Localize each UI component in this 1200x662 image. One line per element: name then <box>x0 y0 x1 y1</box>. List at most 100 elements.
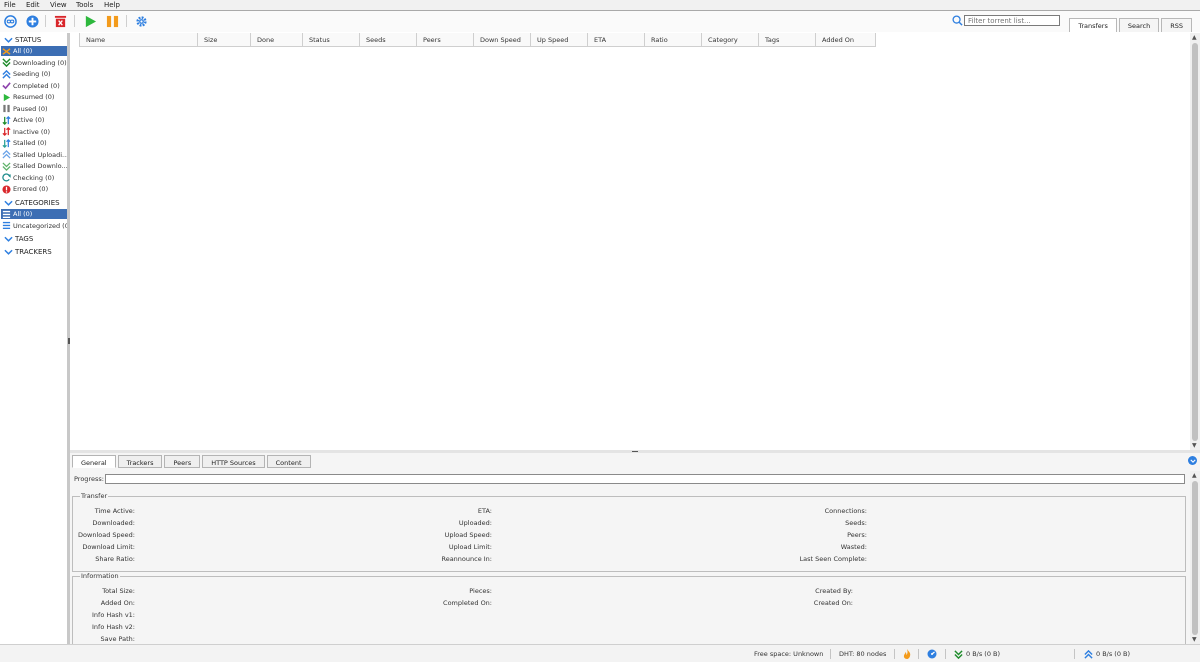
status-stalled[interactable]: Stalled (0) <box>1 138 67 148</box>
chevron-down-icon <box>4 249 13 255</box>
column-added-on[interactable]: Added On <box>816 33 876 47</box>
status-errored[interactable]: Errored (0) <box>1 184 67 194</box>
add-file-icon <box>25 14 39 28</box>
column-peers[interactable]: Peers <box>417 33 474 47</box>
status-active[interactable]: Active (0) <box>1 115 67 125</box>
tab-transfers[interactable]: Transfers <box>1069 18 1117 32</box>
status-stalled-uploading[interactable]: Stalled Uploadi... <box>1 150 67 160</box>
menu-edit[interactable]: Edit <box>26 1 40 9</box>
scroll-up-icon[interactable]: ▲ <box>1192 472 1197 479</box>
dht-nodes: DHT: 80 nodes <box>839 650 887 658</box>
table-scrollbar[interactable]: ▲ ▼ <box>1190 33 1200 450</box>
stalled-downloading-icon <box>2 161 11 171</box>
column-category[interactable]: Category <box>702 33 759 47</box>
filter-input[interactable] <box>964 15 1060 26</box>
status-inactive[interactable]: Inactive (0) <box>1 127 67 137</box>
speed-limit-icon[interactable] <box>927 649 937 659</box>
download-rate[interactable]: 0 B/s (0 B) <box>966 650 1000 658</box>
category-uncategorized[interactable]: Uncategorized (0) <box>1 221 67 231</box>
status-stalled-downloading[interactable]: Stalled Downlo... <box>1 161 67 171</box>
torrent-table: Name Size Done Status Seeds Peers Down S… <box>70 33 1200 450</box>
play-icon <box>85 15 96 27</box>
upload-speed-label: Upload Speed: <box>444 531 492 539</box>
total-size-label: Total Size: <box>102 587 135 595</box>
scroll-down-icon[interactable]: ▼ <box>1192 636 1197 643</box>
created-on-label: Created On: <box>813 599 853 607</box>
column-name[interactable]: Name <box>79 33 198 47</box>
status-all[interactable]: All (0) <box>1 46 67 56</box>
downloading-icon <box>2 58 11 67</box>
information-group: Information Total Size: Added On: Info H… <box>72 572 1186 644</box>
menu-bar: File Edit View Tools Help <box>0 0 1200 11</box>
menu-view[interactable]: View <box>50 1 67 9</box>
tab-content[interactable]: Content <box>266 455 311 468</box>
status-paused[interactable]: Paused (0) <box>1 104 67 114</box>
collapse-panel-button[interactable] <box>1188 456 1197 465</box>
all-icon <box>2 210 11 219</box>
flame-icon[interactable] <box>902 649 912 659</box>
properties-tabs: General Trackers Peers HTTP Sources Cont… <box>72 455 311 468</box>
stalled-icon <box>2 138 11 148</box>
column-seeds[interactable]: Seeds <box>360 33 417 47</box>
options-button[interactable] <box>134 14 148 28</box>
main-tabs: Transfers Search RSS <box>1069 18 1192 32</box>
trackers-header[interactable]: TRACKERS <box>4 247 52 257</box>
column-status[interactable]: Status <box>303 33 360 47</box>
tab-general[interactable]: General <box>72 455 116 468</box>
stalled-uploading-icon <box>2 150 11 159</box>
add-link-button[interactable] <box>3 14 17 28</box>
menu-help[interactable]: Help <box>104 1 120 9</box>
information-title: Information <box>80 572 120 580</box>
scroll-down-icon[interactable]: ▼ <box>1192 442 1197 449</box>
search-icon <box>952 15 963 26</box>
status-completed[interactable]: Completed (0) <box>1 81 67 91</box>
column-down-speed[interactable]: Down Speed <box>474 33 531 47</box>
tab-search[interactable]: Search <box>1118 18 1160 32</box>
progress-label: Progress: <box>74 475 104 483</box>
pause-button[interactable] <box>105 14 119 28</box>
column-up-speed[interactable]: Up Speed <box>531 33 588 47</box>
scrollbar-thumb[interactable] <box>1192 481 1198 635</box>
uploaded-label: Uploaded: <box>458 519 492 527</box>
all-icon <box>2 47 11 56</box>
scrollbar-thumb[interactable] <box>1192 43 1198 441</box>
menu-tools[interactable]: Tools <box>76 1 93 9</box>
status-header[interactable]: STATUS <box>4 35 41 45</box>
progress-row: Progress: <box>74 474 1185 486</box>
chevron-down-icon <box>1189 458 1196 463</box>
column-done[interactable]: Done <box>251 33 303 47</box>
column-ratio[interactable]: Ratio <box>645 33 702 47</box>
resumed-icon <box>2 93 11 102</box>
add-torrent-button[interactable] <box>25 14 39 28</box>
tab-rss[interactable]: RSS <box>1161 18 1192 32</box>
tags-header[interactable]: TAGS <box>4 234 33 244</box>
chevron-down-icon <box>4 200 13 206</box>
tab-http-sources[interactable]: HTTP Sources <box>202 455 265 468</box>
menu-file[interactable]: File <box>4 1 16 9</box>
status-seeding[interactable]: Seeding (0) <box>1 69 67 79</box>
uncategorized-icon <box>2 221 11 230</box>
column-eta[interactable]: ETA <box>588 33 645 47</box>
inactive-icon <box>2 127 11 136</box>
column-tags[interactable]: Tags <box>759 33 816 47</box>
last-seen-complete-label: Last Seen Complete: <box>799 555 867 563</box>
tab-peers[interactable]: Peers <box>164 455 201 468</box>
scroll-up-icon[interactable]: ▲ <box>1192 34 1197 41</box>
properties-scrollbar[interactable]: ▲ ▼ <box>1190 471 1200 644</box>
status-resumed[interactable]: Resumed (0) <box>1 92 67 102</box>
status-checking[interactable]: Checking (0) <box>1 173 67 183</box>
resume-button[interactable] <box>83 14 97 28</box>
delete-button[interactable] <box>53 14 67 28</box>
filters-sidebar: STATUS All (0) Downloading (0) Seeding (… <box>0 33 68 644</box>
column-size[interactable]: Size <box>198 33 251 47</box>
pieces-label: Pieces: <box>469 587 492 595</box>
upload-rate[interactable]: 0 B/s (0 B) <box>1096 650 1130 658</box>
status-downloading[interactable]: Downloading (0) <box>1 58 67 68</box>
categories-header[interactable]: CATEGORIES <box>4 198 60 208</box>
category-all[interactable]: All (0) <box>1 209 67 219</box>
download-limit-label: Download Limit: <box>82 543 135 551</box>
peers-label: Peers: <box>847 531 867 539</box>
tab-trackers[interactable]: Trackers <box>117 455 163 468</box>
seeding-icon <box>2 69 11 79</box>
downloaded-label: Downloaded: <box>92 519 135 527</box>
